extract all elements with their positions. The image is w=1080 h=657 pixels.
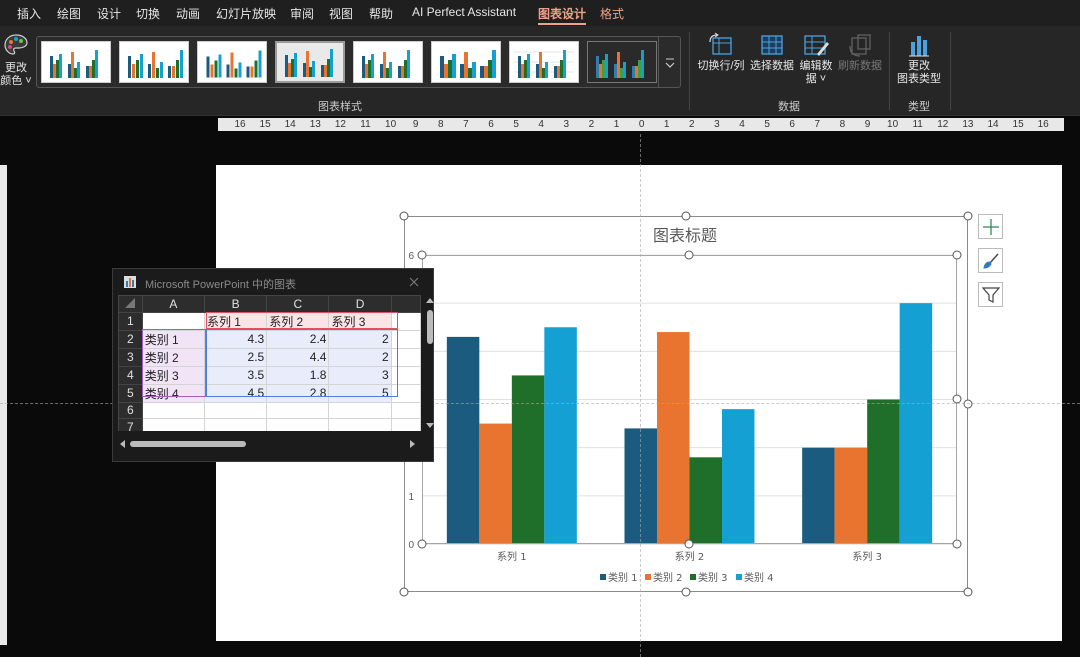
column-header[interactable]: C — [266, 295, 330, 313]
sheet-cell[interactable] — [266, 418, 330, 431]
chart-styles-button[interactable] — [978, 248, 1003, 273]
sheet-cell[interactable]: 3 — [328, 365, 392, 385]
sheet-vertical-scrollbar[interactable] — [425, 295, 435, 431]
sheet-cell[interactable] — [266, 401, 330, 420]
column-header[interactable]: A — [141, 295, 205, 313]
sheet-grid[interactable]: A B C D 1 系列 1 系列 2 系列 3 2 类别 1 4.3 2.4 … — [118, 295, 421, 431]
sheet-cell[interactable] — [390, 347, 421, 367]
row-header[interactable]: 5 — [118, 383, 143, 403]
sheet-cell[interactable]: 4.3 — [203, 329, 268, 349]
sheet-cell[interactable] — [203, 401, 268, 420]
plot-resize-handle[interactable] — [417, 250, 427, 260]
close-icon[interactable] — [409, 277, 419, 287]
row-header[interactable]: 6 — [118, 401, 143, 420]
sheet-cell[interactable]: 3.5 — [203, 365, 268, 385]
plot-resize-handle[interactable] — [684, 250, 694, 260]
chart-icon — [124, 276, 136, 288]
sheet-cell[interactable] — [141, 418, 205, 431]
sheet-horizontal-scrollbar[interactable] — [118, 437, 421, 451]
sheet-title: Microsoft PowerPoint 中的图表 — [145, 279, 296, 291]
column-header[interactable]: D — [328, 295, 392, 313]
sheet-cell[interactable]: 类别 2 — [141, 347, 205, 367]
plot-area-frame[interactable] — [422, 255, 957, 544]
sheet-cell[interactable]: 2 — [328, 329, 392, 349]
plot-resize-handle[interactable] — [417, 539, 427, 549]
sheet-cell[interactable] — [390, 401, 421, 420]
sheet-cell[interactable]: 4.5 — [203, 383, 268, 403]
row-header[interactable]: 3 — [118, 347, 143, 367]
resize-handle[interactable] — [399, 587, 409, 597]
row-header[interactable]: 2 — [118, 329, 143, 349]
plot-resize-handle[interactable] — [684, 539, 694, 549]
plus-icon — [983, 219, 999, 235]
vertical-guide — [640, 134, 641, 657]
sheet-title-bar[interactable]: Microsoft PowerPoint 中的图表 — [113, 269, 433, 295]
chart-title[interactable]: 图表标题 — [600, 222, 770, 246]
resize-handle[interactable] — [399, 211, 409, 221]
sheet-cell[interactable]: 2.8 — [266, 383, 330, 403]
sheet-cell[interactable]: 2.5 — [203, 347, 268, 367]
sheet-cell[interactable] — [328, 401, 392, 420]
plot-resize-handle[interactable] — [952, 539, 962, 549]
sheet-cell[interactable]: 2.4 — [266, 329, 330, 349]
paintbrush-icon — [983, 253, 999, 269]
sheet-cell[interactable]: 4.4 — [266, 347, 330, 367]
sheet-cell[interactable] — [390, 383, 421, 403]
sheet-cell[interactable] — [141, 401, 205, 420]
column-header[interactable] — [390, 295, 421, 313]
sheet-cell[interactable]: 类别 4 — [141, 383, 205, 403]
sheet-cell[interactable] — [328, 418, 392, 431]
sheet-cell[interactable]: 5 — [328, 383, 392, 403]
select-all-corner[interactable] — [118, 295, 143, 313]
sheet-cell[interactable]: 系列 2 — [266, 311, 330, 331]
column-header[interactable]: B — [203, 295, 268, 313]
sheet-cell[interactable]: 类别 1 — [141, 329, 205, 349]
sheet-cell[interactable] — [390, 329, 421, 349]
scrollbar-track-icon — [426, 298, 434, 428]
row-header[interactable]: 7 — [118, 418, 143, 431]
resize-handle[interactable] — [681, 587, 691, 597]
sheet-cell[interactable] — [203, 418, 268, 431]
sheet-cell[interactable] — [390, 311, 421, 331]
chart-filters-button[interactable] — [978, 282, 1003, 307]
sheet-cell[interactable] — [141, 311, 205, 331]
plot-resize-handle[interactable] — [952, 250, 962, 260]
chart-data-sheet-window[interactable]: Microsoft PowerPoint 中的图表 A B C D 1 系列 1… — [112, 268, 434, 462]
row-header[interactable]: 4 — [118, 365, 143, 385]
resize-handle[interactable] — [963, 587, 973, 597]
filter-icon — [982, 287, 1000, 303]
resize-handle[interactable] — [681, 211, 691, 221]
sheet-cell[interactable]: 类别 3 — [141, 365, 205, 385]
sheet-cell[interactable]: 系列 3 — [328, 311, 392, 331]
resize-handle[interactable] — [963, 399, 973, 409]
sheet-cell[interactable]: 1.8 — [266, 365, 330, 385]
sheet-cell[interactable]: 2 — [328, 347, 392, 367]
scrollbar-track-icon — [120, 440, 415, 448]
sheet-cell[interactable] — [390, 365, 421, 385]
row-header[interactable]: 1 — [118, 311, 143, 331]
sheet-cell[interactable] — [390, 418, 421, 431]
resize-handle[interactable] — [963, 211, 973, 221]
select-all-icon — [125, 297, 136, 308]
sheet-cell[interactable]: 系列 1 — [203, 311, 268, 331]
chart-elements-button[interactable] — [978, 214, 1003, 239]
